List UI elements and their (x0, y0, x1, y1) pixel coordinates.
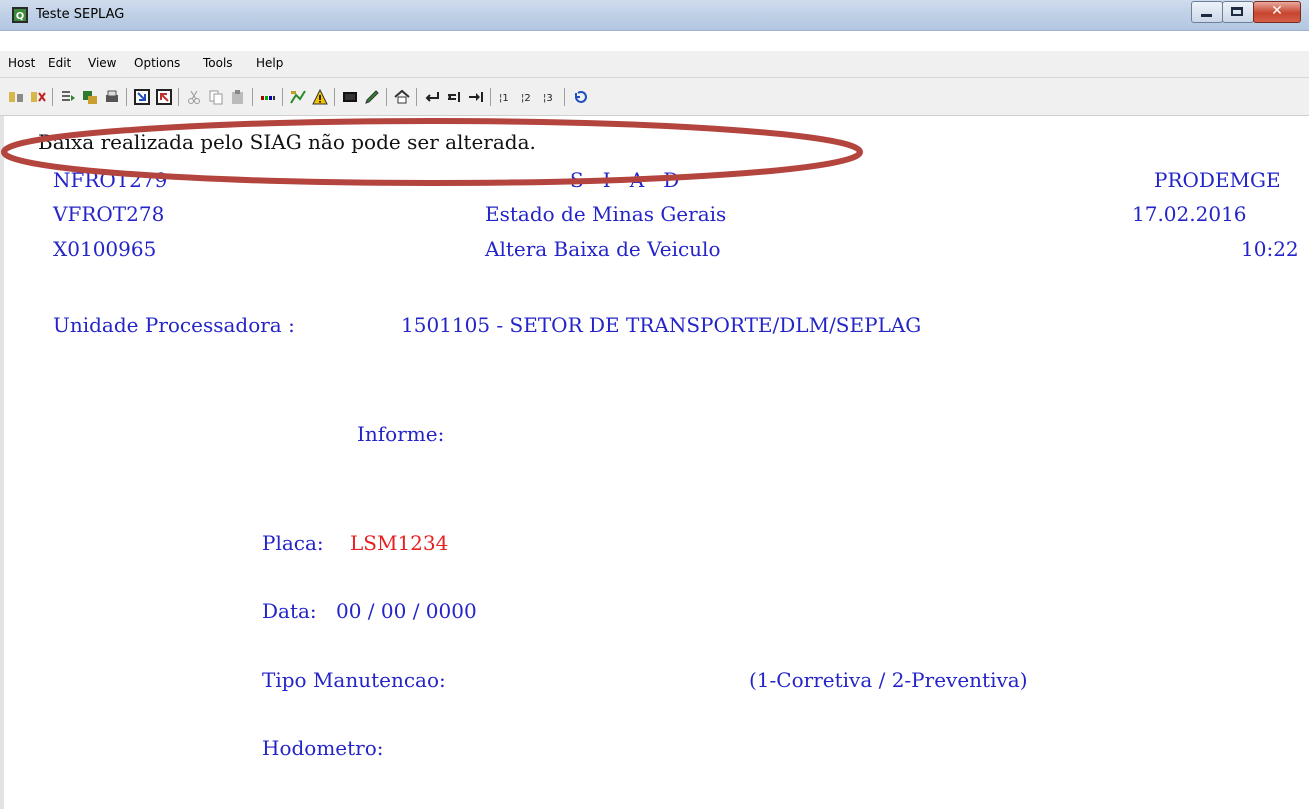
tab-back-icon[interactable] (446, 89, 462, 105)
toolbar-separator (490, 88, 491, 106)
minimize-icon (1201, 14, 1212, 17)
screen-icon[interactable] (342, 89, 358, 105)
transfer-icon[interactable] (60, 89, 76, 105)
menu-tools[interactable]: Tools (203, 56, 233, 70)
current-date: 17.02.2016 (1132, 202, 1247, 226)
program-code-3: X0100965 (53, 237, 157, 261)
svg-text:¦3: ¦3 (543, 93, 553, 104)
tipo-manutencao-label: Tipo Manutencao: (262, 668, 446, 692)
toolbar-separator (52, 88, 53, 106)
send-file-icon[interactable] (134, 89, 150, 105)
data-field[interactable]: 00 / 00 / 0000 (336, 599, 477, 623)
cut-icon[interactable] (186, 89, 202, 105)
placa-field[interactable]: LSM1234 (350, 531, 448, 555)
svg-text:¦2: ¦2 (521, 93, 531, 104)
window-controls: ✕ (1191, 1, 1301, 23)
warning-icon[interactable] (312, 89, 328, 105)
title-bar: Q Teste SEPLAG ✕ (0, 0, 1309, 31)
svg-text:¦1: ¦1 (499, 93, 509, 104)
maximize-button[interactable] (1222, 1, 1254, 23)
paste-icon[interactable] (230, 89, 246, 105)
highlight-ellipse (1, 118, 863, 186)
field-3-icon[interactable]: ¦3 (542, 89, 558, 105)
undo-icon[interactable] (572, 89, 588, 105)
toolbar-separator (126, 88, 127, 106)
copy-icon[interactable] (208, 89, 224, 105)
menu-host[interactable]: Host (8, 56, 35, 70)
toolbar-separator (334, 88, 335, 106)
company-name: PRODEMGE (1154, 168, 1281, 192)
toolbar-separator (564, 88, 565, 106)
pen-icon[interactable] (364, 89, 380, 105)
close-button[interactable]: ✕ (1253, 1, 1301, 23)
menu-bar: Host Edit View Options Tools Help (0, 51, 1309, 78)
keypad-icon[interactable] (260, 89, 276, 105)
tipo-manutencao-hint: (1-Corretiva / 2-Preventiva) (749, 668, 1028, 692)
close-icon: ✕ (1271, 3, 1283, 19)
state-name: Estado de Minas Gerais (485, 202, 727, 226)
field-2-icon[interactable]: ¦2 (520, 89, 536, 105)
toolbar-separator (386, 88, 387, 106)
toolbar-separator (416, 88, 417, 106)
window-title: Teste SEPLAG (36, 7, 125, 22)
unit-value: 1501105 - SETOR DE TRANSPORTE/DLM/SEPLAG (401, 313, 922, 337)
maximize-icon (1231, 7, 1243, 16)
toolbar-separator (282, 88, 283, 106)
inform-label: Informe: (357, 422, 445, 446)
field-1-icon[interactable]: ¦1 (498, 89, 514, 105)
receive-file-icon[interactable] (156, 89, 172, 105)
tab-forward-icon[interactable] (468, 89, 484, 105)
home-icon[interactable] (394, 89, 410, 105)
print-icon[interactable] (104, 89, 120, 105)
program-code-2: VFROT278 (53, 202, 165, 226)
chart-icon[interactable] (290, 89, 306, 105)
enter-icon[interactable] (424, 89, 440, 105)
placa-label: Placa: (262, 531, 324, 555)
minimize-button[interactable] (1191, 1, 1223, 23)
menu-help[interactable]: Help (256, 56, 283, 70)
terminal-icon: Q (12, 7, 28, 23)
menu-options[interactable]: Options (134, 56, 180, 70)
connect-icon[interactable] (8, 89, 24, 105)
unit-label: Unidade Processadora : (53, 313, 295, 337)
hodometro-label: Hodometro: (262, 736, 384, 760)
terminal-screen[interactable]: Baixa realizada pelo SIAG não pode ser a… (0, 116, 1309, 809)
screen-title: Altera Baixa de Veiculo (485, 237, 721, 261)
svg-text:Q: Q (16, 11, 25, 22)
disconnect-icon[interactable] (30, 89, 46, 105)
menu-view[interactable]: View (88, 56, 116, 70)
menu-edit[interactable]: Edit (48, 56, 71, 70)
macro-icon[interactable] (82, 89, 98, 105)
toolbar-separator (178, 88, 179, 106)
current-time: 10:22 (1241, 237, 1299, 261)
data-label: Data: (262, 599, 317, 623)
toolbar-separator (252, 88, 253, 106)
